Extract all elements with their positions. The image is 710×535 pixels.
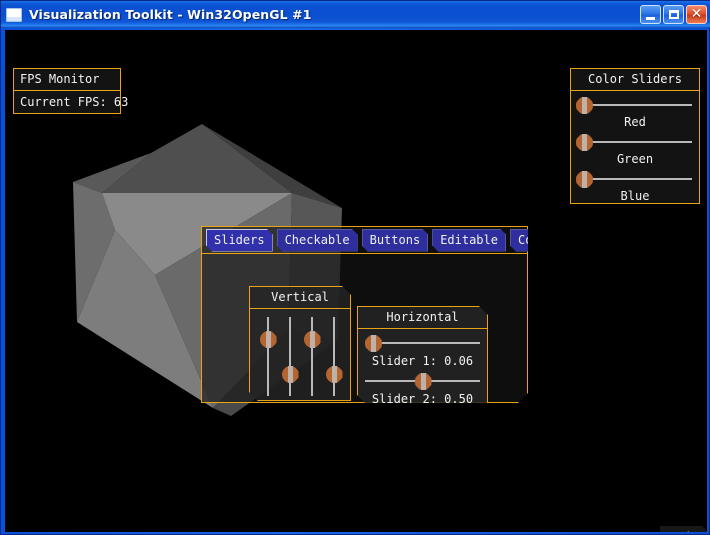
horizontal-sliders-group: Horizontal Slider 1: 0.06 Slider 2: 0.50 bbox=[357, 306, 488, 404]
maximize-button[interactable] bbox=[663, 5, 684, 24]
slider-handle[interactable] bbox=[326, 366, 343, 383]
color-sliders-body: Red Green Blue bbox=[571, 91, 699, 211]
slider-handle[interactable] bbox=[576, 97, 593, 114]
vertical-slider-3[interactable] bbox=[304, 317, 321, 396]
slider-handle[interactable] bbox=[304, 331, 321, 348]
application-window: Visualization Toolkit - Win32OpenGL #1 ✕ bbox=[0, 0, 710, 535]
horizontal-sliders-body: Slider 1: 0.06 Slider 2: 0.50 bbox=[358, 329, 487, 415]
vertical-slider-1[interactable] bbox=[260, 317, 277, 396]
tab-content-sliders: Vertical Horizontal Slider 1: 0.06 Slide… bbox=[202, 254, 529, 404]
vertical-slider-4[interactable] bbox=[326, 317, 343, 396]
window-title: Visualization Toolkit - Win32OpenGL #1 bbox=[29, 7, 312, 22]
vertical-slider-2[interactable] bbox=[282, 317, 299, 396]
vertical-group-title: Vertical bbox=[250, 287, 350, 309]
fps-monitor-panel: FPS Monitor Current FPS: 63 bbox=[13, 68, 129, 114]
horizontal-slider-row-1: Slider 1: 0.06 bbox=[365, 334, 480, 372]
slider-track bbox=[365, 342, 480, 344]
app-window-icon bbox=[6, 7, 22, 22]
slider-handle[interactable] bbox=[576, 134, 593, 151]
color-slider-red[interactable] bbox=[576, 96, 692, 114]
color-sliders-title: Color Sliders bbox=[571, 69, 699, 91]
slider-track bbox=[289, 317, 291, 396]
slider-handle[interactable] bbox=[260, 331, 277, 348]
vertical-sliders-area bbox=[250, 311, 352, 402]
slider-track bbox=[267, 317, 269, 396]
tab-widget-panel: Sliders Checkable Buttons Editable Combo… bbox=[201, 226, 528, 403]
vertical-sliders-group: Vertical bbox=[249, 286, 351, 401]
slider-track bbox=[578, 141, 692, 143]
slider-track bbox=[333, 317, 335, 396]
tab-editable[interactable]: Editable bbox=[432, 229, 506, 252]
color-slider-row-green: Green bbox=[576, 133, 692, 169]
tab-bar: Sliders Checkable Buttons Editable Combo… bbox=[202, 227, 529, 254]
opengl-viewport[interactable]: FPS Monitor Current FPS: 63 Color Slider… bbox=[5, 30, 707, 532]
title-bar: Visualization Toolkit - Win32OpenGL #1 ✕ bbox=[1, 1, 710, 28]
color-slider-row-red: Red bbox=[576, 96, 692, 132]
slider-handle[interactable] bbox=[282, 366, 299, 383]
horizontal-slider-2[interactable] bbox=[365, 372, 480, 390]
color-slider-row-blue: Blue bbox=[576, 170, 692, 206]
slider-track bbox=[311, 317, 313, 396]
horizontal-slider-label-1: Slider 1: 0.06 bbox=[371, 354, 474, 368]
maximize-icon bbox=[668, 10, 679, 19]
horizontal-slider-1[interactable] bbox=[365, 334, 480, 352]
tab-buttons[interactable]: Buttons bbox=[362, 229, 429, 252]
color-slider-green[interactable] bbox=[576, 133, 692, 151]
tab-checkable[interactable]: Checkable bbox=[277, 229, 358, 252]
face-top-ridge-facet bbox=[102, 124, 292, 193]
slider-handle[interactable] bbox=[576, 171, 593, 188]
color-slider-label-blue: Blue bbox=[620, 189, 650, 203]
minimize-button[interactable] bbox=[640, 5, 661, 24]
exit-button[interactable]: Exit bbox=[660, 526, 707, 532]
fps-current-value: Current FPS: 63 bbox=[20, 95, 129, 109]
slider-handle[interactable] bbox=[365, 335, 382, 352]
color-sliders-panel: Color Sliders Red Green Blue bbox=[570, 68, 700, 204]
slider-track bbox=[578, 104, 692, 106]
horizontal-group-title: Horizontal bbox=[358, 307, 487, 329]
close-button[interactable]: ✕ bbox=[686, 5, 707, 24]
fps-monitor-title: FPS Monitor bbox=[14, 69, 120, 91]
color-slider-label-green: Green bbox=[616, 152, 654, 166]
window-controls: ✕ bbox=[640, 5, 707, 24]
color-slider-blue[interactable] bbox=[576, 170, 692, 188]
slider-handle[interactable] bbox=[415, 373, 432, 390]
slider-track bbox=[578, 178, 692, 180]
tab-sliders[interactable]: Sliders bbox=[206, 229, 273, 252]
color-slider-label-red: Red bbox=[624, 115, 646, 129]
minimize-icon bbox=[646, 16, 655, 20]
close-icon: ✕ bbox=[690, 6, 703, 22]
